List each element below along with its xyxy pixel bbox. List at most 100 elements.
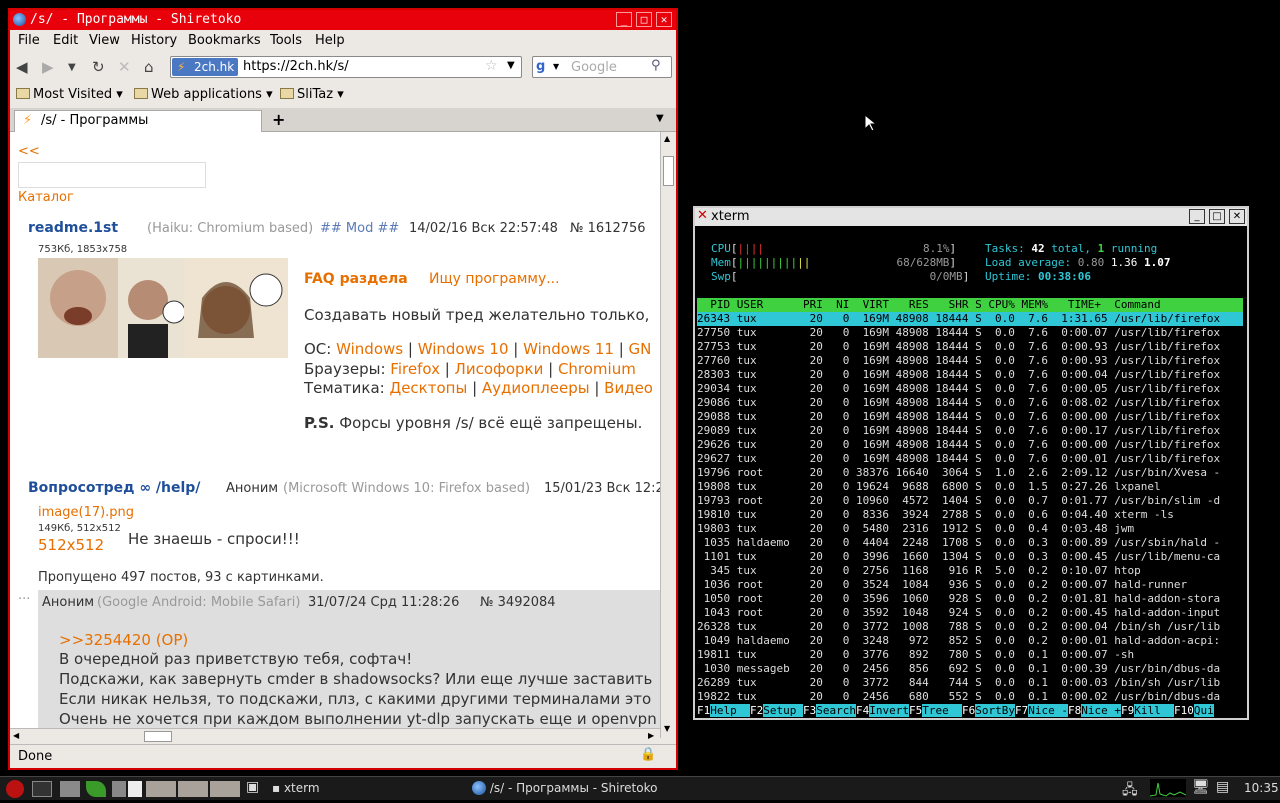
process-row[interactable]: 1030 messageb 20 0 2456 856 692 S 0.0 0.… [697, 662, 1243, 676]
process-row[interactable]: 29627 tux 20 0 169M 48908 18444 S 0.0 7.… [697, 452, 1243, 466]
cpu-monitor-graph[interactable] [1150, 779, 1186, 797]
stop-icon[interactable]: ✕ [118, 58, 131, 76]
find-program-link[interactable]: Ищу программу... [429, 271, 560, 287]
fkey-action[interactable]: Nice + [1081, 704, 1121, 717]
fkey-action[interactable]: Qui [1193, 704, 1214, 717]
process-row[interactable]: 1035 haldaemo 20 0 4404 2248 1708 S 0.0 … [697, 536, 1243, 550]
process-row[interactable]: 345 tux 20 0 2756 1168 916 R 5.0 0.2 0:1… [697, 564, 1243, 578]
forward-icon[interactable]: ▶ [42, 58, 54, 76]
engine-dropdown-icon[interactable]: ▼ [553, 62, 559, 71]
url-dropdown-icon[interactable]: ▼ [507, 60, 515, 71]
maximize-button[interactable]: □ [1209, 209, 1225, 224]
process-row[interactable]: 27753 tux 20 0 169M 48908 18444 S 0.0 7.… [697, 340, 1243, 354]
vertical-scrollbar[interactable]: ▲ ▼ [660, 132, 676, 738]
reply-reference[interactable]: >>3254420 (OP) [59, 631, 188, 649]
search-box[interactable]: g ▼ Google ⚲ [532, 56, 672, 78]
fkey-action[interactable]: Help [710, 704, 750, 717]
fkey-action[interactable]: Nice - [1028, 704, 1068, 717]
home-icon[interactable]: ⌂ [144, 58, 154, 76]
fkey-action[interactable]: Tree [922, 704, 962, 717]
terminal-launcher-icon[interactable] [32, 781, 52, 797]
new-tab-icon[interactable]: + [272, 110, 285, 129]
desktop-pager-5[interactable] [210, 781, 240, 797]
process-row[interactable]: 26328 tux 20 0 3772 1008 788 S 0.0 0.2 0… [697, 620, 1243, 634]
desktop-pager-4[interactable] [178, 781, 208, 797]
lock-icon[interactable]: 🔒 [640, 747, 656, 762]
image-dimensions-link[interactable]: 512x512 [38, 536, 104, 554]
process-row[interactable]: 19810 tux 20 0 8336 3924 2788 S 0.0 0.6 … [697, 508, 1243, 522]
thread-subject[interactable]: readme.1st [28, 220, 118, 236]
link-firefox[interactable]: Firefox [390, 360, 440, 378]
network-icon[interactable]: 🖧 [1122, 779, 1138, 803]
process-row[interactable]: 29088 tux 20 0 169M 48908 18444 S 0.0 7.… [697, 410, 1243, 424]
skipped-posts[interactable]: Пропущено 497 постов, 93 с картинками. [38, 570, 324, 585]
process-row[interactable]: 26289 tux 20 0 3772 844 744 S 0.0 0.1 0:… [697, 676, 1243, 690]
hscroll-thumb[interactable] [144, 731, 172, 742]
tab-active[interactable]: ⚡ /s/ - Программы [14, 110, 262, 132]
show-desktop-icon[interactable]: ▣ [246, 779, 259, 795]
close-button[interactable]: ✕ [1229, 209, 1245, 224]
htop-output[interactable]: CPU[|||| 8.1%] Mem[||||||||||| 68/628MB]… [697, 228, 1245, 718]
search-placeholder[interactable]: Google [571, 60, 617, 75]
maximize-button[interactable]: □ [636, 12, 652, 27]
process-row[interactable]: 29626 tux 20 0 169M 48908 18444 S 0.0 7.… [697, 438, 1243, 452]
process-row[interactable]: 19803 tux 20 0 5480 2316 1912 S 0.0 0.4 … [697, 522, 1243, 536]
process-row[interactable]: 27760 tux 20 0 169M 48908 18444 S 0.0 7.… [697, 354, 1243, 368]
minimize-button[interactable]: _ [616, 12, 632, 27]
search-engine-icon[interactable]: g [536, 59, 545, 74]
desktop-pager-2[interactable] [128, 781, 142, 797]
site-identity-badge[interactable]: 2ch.hk [172, 58, 239, 76]
faq-link[interactable]: FAQ раздела [304, 271, 408, 287]
thread-subject[interactable]: Вопросотред ∞ /help/ [28, 480, 200, 496]
link-chromium[interactable]: Chromium [558, 360, 636, 378]
fkey-action[interactable]: Setup [763, 704, 803, 717]
menu-help[interactable]: Help [315, 33, 345, 48]
process-row[interactable]: 19796 root 20 0 38376 16640 3064 S 1.0 2… [697, 466, 1243, 480]
process-row[interactable]: 29034 tux 20 0 169M 48908 18444 S 0.0 7.… [697, 382, 1243, 396]
process-row[interactable]: 26343 tux 20 0 169M 48908 18444 S 0.0 7.… [697, 312, 1243, 326]
process-row[interactable]: 1050 root 20 0 3596 1060 928 S 0.0 0.2 0… [697, 592, 1243, 606]
display-icon[interactable]: 🖥 [1192, 779, 1210, 795]
bookmark-slitaz[interactable]: SliTaz ▾ [280, 87, 344, 102]
scroll-right-icon[interactable]: ▶ [648, 731, 654, 740]
link-windows-11[interactable]: Windows 11 [523, 340, 614, 358]
close-button[interactable]: ✕ [656, 12, 672, 27]
fkey-action[interactable]: Invert [869, 704, 909, 717]
process-row[interactable]: 19822 tux 20 0 2456 680 552 S 0.0 0.1 0:… [697, 690, 1243, 704]
process-row[interactable]: 19808 tux 20 0 19624 9688 6800 S 0.0 1.5… [697, 480, 1243, 494]
process-row[interactable]: 1036 root 20 0 3524 1084 936 S 0.0 0.2 0… [697, 578, 1243, 592]
menu-tools[interactable]: Tools [270, 33, 302, 48]
firefox-titlebar[interactable]: /s/ - Программы - Shiretoko _ □ ✕ [10, 10, 676, 30]
bookmark-star-icon[interactable]: ☆ [485, 58, 498, 74]
process-row[interactable]: 19793 root 20 0 10960 4572 1404 S 0.0 0.… [697, 494, 1243, 508]
process-row[interactable]: 29089 tux 20 0 169M 48908 18444 S 0.0 7.… [697, 424, 1243, 438]
search-icon[interactable]: ⚲ [651, 58, 661, 73]
desktop-pager-3[interactable] [146, 781, 176, 797]
reload-icon[interactable]: ↻ [92, 58, 105, 76]
tab-list-icon[interactable]: ▼ [656, 113, 664, 124]
menu-bookmarks[interactable]: Bookmarks [188, 33, 261, 48]
link-windows-10[interactable]: Windows 10 [418, 340, 509, 358]
menu-view[interactable]: View [89, 33, 120, 48]
process-table-header[interactable]: PID USER PRI NI VIRT RES SHR S CPU% MEM%… [697, 298, 1243, 312]
bookmark-most-visited[interactable]: Most Visited ▾ [16, 87, 123, 102]
xterm-titlebar[interactable]: ✕ xterm _ □ ✕ [695, 208, 1247, 226]
scroll-down-icon[interactable]: ▼ [664, 724, 670, 733]
start-menu-icon[interactable] [6, 780, 24, 798]
task-xterm[interactable]: ▪ xterm [272, 781, 320, 795]
process-row[interactable]: 29086 tux 20 0 169M 48908 18444 S 0.0 7.… [697, 396, 1243, 410]
menu-history[interactable]: History [131, 33, 177, 48]
scroll-thumb[interactable] [663, 156, 674, 186]
process-row[interactable]: 27750 tux 20 0 169M 48908 18444 S 0.0 7.… [697, 326, 1243, 340]
url-bar[interactable]: 2ch.hk https://2ch.hk/s/ ☆ ▼ [170, 56, 522, 78]
url-text[interactable]: https://2ch.hk/s/ [243, 59, 349, 74]
link-forks[interactable]: Лисофорки [455, 360, 544, 378]
fkey-action[interactable]: Kill [1134, 704, 1174, 717]
minimize-button[interactable]: _ [1189, 209, 1205, 224]
bookmark-web-applications[interactable]: Web applications ▾ [134, 87, 273, 102]
process-row[interactable]: 28303 tux 20 0 169M 48908 18444 S 0.0 7.… [697, 368, 1243, 382]
post-menu-icon[interactable]: ... [18, 588, 30, 603]
process-row[interactable]: 19811 tux 20 0 3776 892 780 S 0.0 0.1 0:… [697, 648, 1243, 662]
menu-file[interactable]: File [18, 33, 40, 48]
menu-edit[interactable]: Edit [53, 33, 78, 48]
